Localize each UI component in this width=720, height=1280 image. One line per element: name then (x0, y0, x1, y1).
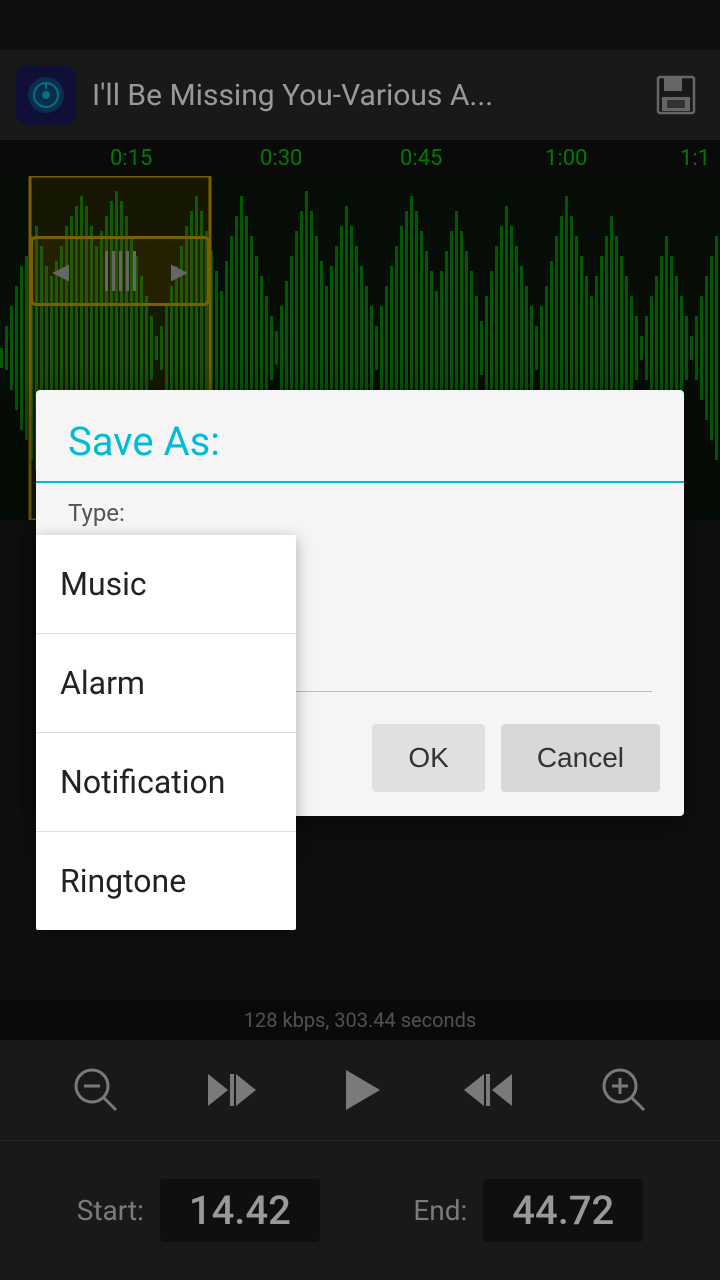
ok-button[interactable]: OK (372, 724, 484, 792)
type-dropdown-menu[interactable]: Music Alarm Notification Ringtone (36, 535, 296, 930)
dropdown-item-alarm[interactable]: Alarm (36, 634, 296, 733)
dropdown-item-notification[interactable]: Notification (36, 733, 296, 832)
dialog-title: Save As: (36, 390, 684, 481)
dropdown-item-ringtone[interactable]: Ringtone (36, 832, 296, 930)
type-label: Type: (36, 483, 684, 531)
cancel-button[interactable]: Cancel (501, 724, 660, 792)
dropdown-item-music[interactable]: Music (36, 535, 296, 634)
